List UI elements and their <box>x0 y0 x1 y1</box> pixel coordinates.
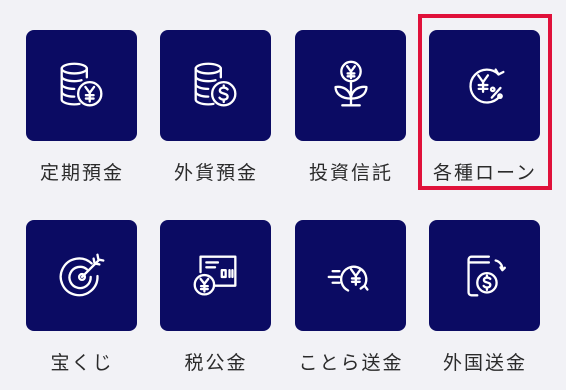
menu-item-time-deposit[interactable]: 定期預金 <box>15 30 149 200</box>
menu-item-label: 宝くじ <box>50 352 114 374</box>
menu-item-label: 定期預金 <box>39 162 124 184</box>
target-arrow-icon <box>59 253 104 296</box>
menu-item-tax-payment[interactable]: 税公金 <box>149 220 283 390</box>
menu-item-lottery[interactable]: 宝くじ <box>15 220 149 390</box>
yen-transfer-icon <box>327 265 369 292</box>
international-transfer-tile[interactable] <box>429 220 540 331</box>
foreign-currency-deposit-tile[interactable] <box>160 30 271 141</box>
lottery-tile[interactable] <box>26 220 137 331</box>
menu-item-cotra-transfer[interactable]: ことら送金 <box>284 220 418 390</box>
menu-item-label: 外貨預金 <box>173 162 258 184</box>
yen-sprout-icon <box>333 60 368 106</box>
coin-stack-yen-icon <box>60 62 102 106</box>
menu-item-investment-trust[interactable]: 投資信託 <box>284 30 418 200</box>
menu-item-label: 投資信託 <box>308 162 393 184</box>
cotra-transfer-tile[interactable] <box>295 220 406 331</box>
time-deposit-tile[interactable] <box>26 30 137 141</box>
phone-dollar-icon <box>466 255 506 296</box>
menu-item-foreign-currency-deposit[interactable]: 外貨預金 <box>149 30 283 200</box>
bill-yen-icon <box>193 255 236 296</box>
coin-stack-dollar-icon <box>194 62 236 106</box>
highlight-box <box>418 14 552 190</box>
menu-item-international-transfer[interactable]: 外国送金 <box>418 220 552 390</box>
investment-trust-tile[interactable] <box>295 30 406 141</box>
menu-item-label: 外国送金 <box>442 352 527 374</box>
menu-item-label: ことら送金 <box>298 352 404 374</box>
tax-payment-tile[interactable] <box>160 220 271 331</box>
menu-item-label: 税公金 <box>184 352 248 374</box>
